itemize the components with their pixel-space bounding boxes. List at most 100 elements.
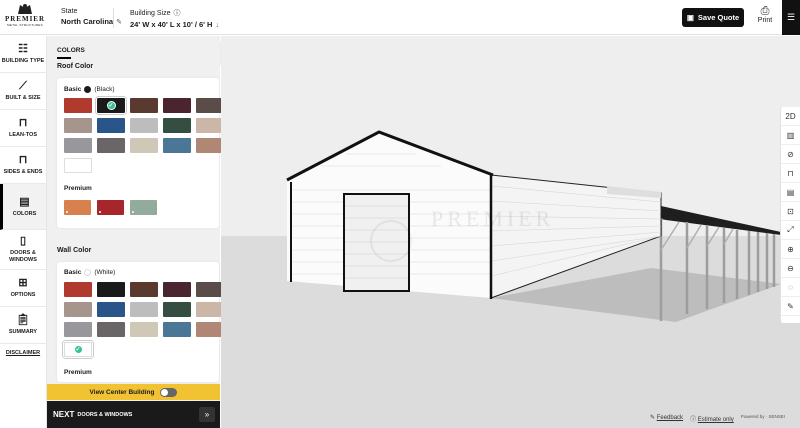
wall-color-swatch[interactable] [130, 282, 158, 297]
selected-color-dot [84, 269, 92, 276]
roof-color-swatch[interactable] [97, 118, 125, 133]
nav-options[interactable]: ⊞ OPTIONS [0, 270, 46, 307]
view-toolbar: 2D ▥ ⊘ ⊓ ▤ ⊡ ⤢ ⊕ ⊖ ◌ ✎ [780, 107, 800, 323]
nav-label: BUILDING TYPE [1, 58, 45, 64]
menu-button[interactable]: ☰ [782, 0, 800, 35]
roof-color-swatch[interactable] [64, 118, 92, 133]
panel-title: COLORS [57, 47, 85, 59]
basic-label: Basic [64, 269, 82, 276]
next-step-bar[interactable]: NEXT DOORS & WINDOWS » [47, 401, 220, 428]
watermark-text: PREMIER [431, 206, 554, 231]
sliders-icon: ☷ [18, 43, 28, 55]
top-header: PREMIER METAL STRUCTURES State North Car… [0, 0, 800, 35]
building-size-field[interactable]: Building Size ⓘ 24' W x 40' L x 10' / 6' … [130, 8, 219, 29]
nav-sides-ends[interactable]: ⊓ SIDES & ENDS [0, 147, 46, 184]
roof-color-swatch[interactable] [97, 138, 125, 153]
roof-color-swatch[interactable] [196, 118, 224, 133]
nav-disclaimer-link[interactable]: DISCLAIMER [0, 350, 46, 356]
wall-icon[interactable]: ▥ [781, 126, 800, 145]
logo-subtext: METAL STRUCTURES [7, 23, 43, 27]
roof-color-swatch[interactable] [64, 98, 92, 113]
nav-label: LEAN-TOS [8, 132, 37, 138]
check-icon: ✓ [106, 101, 116, 110]
roof-color-swatch[interactable] [64, 138, 92, 153]
roof-color-swatch[interactable] [163, 118, 191, 133]
roof-color-swatch[interactable] [130, 98, 158, 113]
chevron-down-icon[interactable]: ↓ [215, 22, 219, 29]
save-quote-label: Save Quote [697, 13, 740, 22]
paint-icon[interactable]: ✎ [781, 297, 800, 316]
view-center-building-toggle[interactable]: View Center Building [47, 384, 220, 400]
wall-color-swatch[interactable] [97, 282, 125, 297]
nav-built-size[interactable]: ⟋ BUILT & SIZE [0, 73, 46, 110]
no-wall-icon[interactable]: ⊘ [781, 145, 800, 164]
roof-premium-color-swatch[interactable] [64, 200, 91, 215]
nav-label: OPTIONS [10, 292, 36, 298]
roof-color-swatch[interactable] [163, 138, 191, 153]
state-value: North Carolina [61, 17, 114, 26]
info-icon[interactable]: ⓘ [173, 10, 180, 17]
nav-lean-tos[interactable]: ⊓ LEAN-TOS [0, 110, 46, 147]
roof-premium-label: Premium [64, 185, 92, 192]
roof-color-swatch[interactable] [196, 98, 224, 113]
wall-color-swatch[interactable] [97, 302, 125, 317]
roof-color-swatch[interactable] [163, 98, 191, 113]
roof-color-swatch[interactable] [130, 138, 158, 153]
colors-panel: COLORS Roof Color Basic (Black) ✓ Premiu… [47, 36, 224, 428]
roof-color-swatch[interactable] [64, 158, 92, 173]
print-button[interactable]: ⎙ Print [754, 5, 776, 24]
wall-color-swatch[interactable]: ✓ [63, 341, 93, 358]
viewport-footer: ✎ Feedback ⓘ Estimate only Powered by · … [650, 414, 785, 423]
wall-color-swatch[interactable] [163, 282, 191, 297]
wall-color-swatch[interactable] [130, 322, 158, 337]
wall-color-swatch[interactable] [196, 282, 224, 297]
toggle-switch[interactable] [160, 387, 178, 397]
3d-viewport[interactable]: PREMIER [221, 36, 800, 428]
edit-icon[interactable]: ✎ [116, 19, 122, 26]
nav-label: SUMMARY [8, 329, 38, 335]
feedback-label: Feedback [656, 415, 684, 421]
header-divider [113, 8, 114, 28]
roof-color-swatch[interactable] [130, 118, 158, 133]
document-icon[interactable]: ▤ [781, 183, 800, 202]
wall-color-swatch[interactable] [64, 302, 92, 317]
save-quote-button[interactable]: ▣ Save Quote [682, 8, 744, 27]
estimate-link[interactable]: ⓘ Estimate only [690, 414, 734, 423]
nav-building-type[interactable]: ☷ BUILDING TYPE [0, 36, 46, 73]
roof-color-swatch[interactable]: ✓ [96, 97, 126, 114]
roof-premium-color-swatch[interactable] [97, 200, 124, 215]
info-icon: ⓘ [690, 417, 698, 423]
double-chevron-right-icon[interactable]: » [199, 407, 215, 422]
wall-color-swatch[interactable] [163, 322, 191, 337]
nav-label: COLORS [12, 210, 37, 217]
building-render: PREMIER [221, 36, 800, 428]
hide-icon[interactable]: ◌ [781, 278, 800, 297]
zoom-in-icon[interactable]: ⊕ [781, 240, 800, 259]
fit-icon[interactable]: ⊡ [781, 202, 800, 221]
wall-color-swatch[interactable] [64, 322, 92, 337]
wall-color-swatch[interactable] [196, 302, 224, 317]
nav-summary[interactable]: 📋︎ SUMMARY [0, 307, 46, 344]
roof-premium-color-swatch[interactable] [130, 200, 157, 215]
wall-color-swatch[interactable] [196, 322, 224, 337]
view-center-label: View Center Building [89, 388, 155, 396]
door-frame-icon[interactable]: ⊓ [781, 164, 800, 183]
2d-view-button[interactable]: 2D [781, 107, 800, 126]
wall-color-swatch[interactable] [130, 302, 158, 317]
feedback-link[interactable]: ✎ Feedback [650, 414, 683, 423]
selected-color-name: (Black) [94, 86, 115, 93]
wall-color-swatch[interactable] [163, 302, 191, 317]
wall-color-card: Basic (White) ✓ Premium [57, 262, 224, 382]
premier-logo[interactable]: PREMIER METAL STRUCTURES [4, 2, 46, 32]
palette-icon: ▤ [19, 195, 30, 208]
expand-icon[interactable]: ⤢ [781, 221, 800, 240]
wall-color-swatch[interactable] [97, 322, 125, 337]
roof-color-card: Basic (Black) ✓ Premium [57, 78, 224, 228]
nav-doors-windows[interactable]: ▯ DOORS & WINDOWS [0, 230, 46, 270]
wall-color-swatch[interactable] [64, 282, 92, 297]
roof-color-swatch[interactable] [196, 138, 224, 153]
roof-premium-swatches [64, 200, 157, 215]
roof-basic-label: Basic (Black) [64, 86, 115, 93]
zoom-out-icon[interactable]: ⊖ [781, 259, 800, 278]
nav-colors[interactable]: ▤ COLORS [0, 184, 46, 230]
